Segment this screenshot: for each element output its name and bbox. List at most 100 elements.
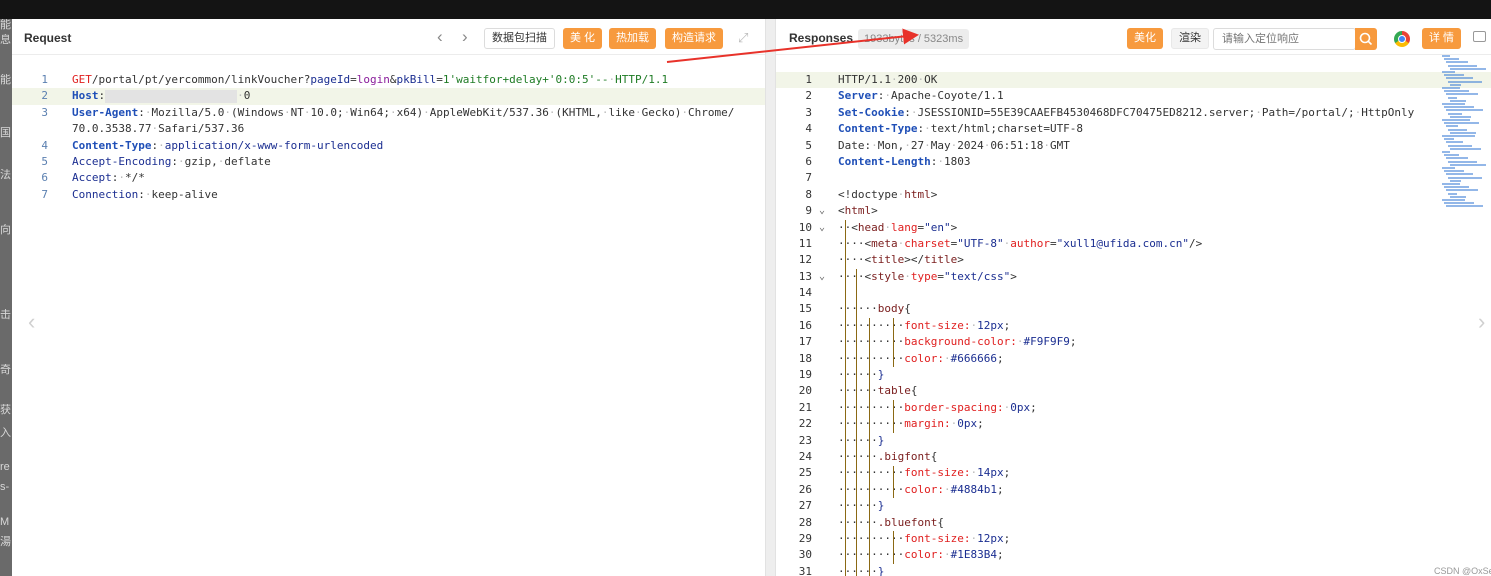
- line-number: 17: [798, 335, 812, 349]
- line-number: 28: [798, 515, 812, 529]
- code-token: ;: [996, 482, 1004, 496]
- code-token: ;: [996, 351, 1004, 365]
- response-minimap[interactable]: [1440, 55, 1488, 210]
- code-token: ></: [904, 253, 925, 267]
- code-token: />: [1189, 236, 1203, 250]
- sidebar-glyph: 获: [0, 404, 11, 416]
- code-token: =: [937, 269, 944, 283]
- code-token: Accept-Encoding: [72, 154, 172, 168]
- sidebar-glyph: 击: [0, 309, 11, 321]
- sidebar-glyph: 奇: [0, 364, 11, 376]
- minimap-stroke: [1444, 202, 1474, 205]
- code-token: head: [857, 220, 885, 234]
- code-token: HTTP/1.1: [838, 73, 891, 86]
- line-number: 1: [41, 73, 48, 86]
- minimap-stroke: [1448, 96, 1457, 99]
- code-token: background-color:: [904, 335, 1017, 349]
- left-page-arrow-icon[interactable]: ‹: [28, 309, 35, 335]
- render-button[interactable]: 渲染: [1171, 28, 1209, 49]
- code-line: 5 Accept-Encoding:·gzip,·deflate: [12, 154, 765, 170]
- line-number: 12: [798, 253, 812, 267]
- code-token: title: [871, 253, 905, 267]
- code-token: gzip,: [184, 154, 218, 168]
- watermark: CSDN @OxSe: [1434, 566, 1491, 576]
- code-token: =: [1049, 236, 1057, 250]
- code-token: 1'waitfor+delay+'0:0:5'--: [442, 73, 609, 86]
- fold-chevron-icon[interactable]: ⌄: [819, 269, 825, 285]
- fold-chevron-icon[interactable]: ⌄: [819, 220, 825, 236]
- minimap-stroke: [1446, 125, 1458, 128]
- code-token: ······: [838, 302, 878, 316]
- code-text: <html>: [838, 203, 878, 219]
- right-page-arrow-icon[interactable]: ›: [1478, 309, 1485, 335]
- code-line: 1 GET/portal/pt/yercommon/linkVoucher?pag…: [12, 72, 765, 88]
- code-token: "xull1@ufida.com.cn": [1056, 236, 1190, 250]
- code-token: 70.0.3538.77: [72, 122, 152, 136]
- line-number: 5: [805, 138, 812, 152]
- detail-button[interactable]: 详 情: [1422, 28, 1462, 49]
- request-editor[interactable]: 1 GET/portal/pt/yercommon/linkVoucher?pag…: [12, 72, 765, 203]
- line-number: 2: [41, 89, 48, 103]
- minimap-stroke: [1442, 119, 1470, 121]
- code-text: ····<style·type="text/css">: [838, 269, 1017, 283]
- minimap-stroke: [1442, 151, 1450, 153]
- code-token: meta: [871, 236, 898, 250]
- line-number: 6: [805, 154, 812, 168]
- minimap-stroke: [1448, 160, 1477, 163]
- chrome-icon[interactable]: [1394, 31, 1410, 47]
- indent-guide: [893, 531, 894, 564]
- response-editor[interactable]: 1 HTTP/1.1·200·OK 2 Server:·Apache-Coyote/1…: [776, 72, 1491, 576]
- minimap-stroke: [1448, 128, 1467, 131]
- code-token: ;: [977, 417, 984, 431]
- code-token: #F9F9F9: [1023, 335, 1070, 349]
- comment-icon[interactable]: [1473, 31, 1486, 42]
- code-line: 1 HTTP/1.1·200·OK: [776, 72, 1491, 89]
- code-token: NT: [290, 105, 304, 119]
- code-token: 2024: [957, 138, 984, 152]
- request-title: Request: [24, 31, 72, 45]
- code-token: deflate: [224, 154, 271, 168]
- code-line: 29 ··········font-size:·12px;: [776, 531, 1491, 547]
- minimap-stroke: [1444, 138, 1454, 141]
- code-token: application/x-www-form-urlencoded: [164, 138, 384, 152]
- code-token: ······: [838, 368, 878, 382]
- code-line: 3 User-Agent:·Mozilla/5.0·(Windows·NT·10.…: [12, 105, 765, 121]
- code-token: Server: [838, 89, 878, 103]
- code-token: >: [930, 187, 938, 201]
- fold-chevron-icon[interactable]: ⌄: [819, 203, 825, 219]
- code-token: ······: [838, 564, 878, 576]
- build-request-button[interactable]: 构造请求: [665, 28, 723, 49]
- code-token: pageId: [310, 73, 351, 86]
- code-token: (Windows: [230, 105, 284, 119]
- search-button[interactable]: [1355, 28, 1377, 50]
- line-number: 24: [798, 449, 812, 463]
- code-text: ······table{: [838, 383, 918, 399]
- code-token: OK: [924, 73, 938, 86]
- next-arrow-icon[interactable]: ›: [462, 27, 468, 47]
- code-token: }: [877, 368, 885, 382]
- minimap-stroke: [1448, 144, 1472, 147]
- line-number: 9: [805, 204, 812, 218]
- minimap-stroke: [1450, 131, 1476, 134]
- response-search-input[interactable]: [1213, 28, 1356, 50]
- code-token: <!doctype: [838, 187, 898, 201]
- response-beautify-button[interactable]: 美化: [1127, 28, 1163, 49]
- minimap-stroke: [1446, 141, 1463, 144]
- minimap-stroke: [1450, 179, 1461, 182]
- code-token: Win64;: [350, 105, 390, 119]
- prev-arrow-icon[interactable]: ‹: [437, 27, 443, 47]
- code-token: ;: [1003, 531, 1011, 545]
- panel-splitter[interactable]: [765, 19, 776, 576]
- code-line: 13 ⌄ ····<style·type="text/css">: [776, 269, 1491, 285]
- code-line: 21 ··········border-spacing:·0px;: [776, 400, 1491, 416]
- hotload-button[interactable]: 热加载: [609, 28, 656, 49]
- line-number: 15: [798, 302, 812, 316]
- code-text: Content-Length:·1803: [838, 154, 971, 168]
- code-token: {: [930, 449, 938, 463]
- minimap-stroke: [1450, 83, 1461, 86]
- packet-scan-button[interactable]: 数据包扫描: [484, 28, 555, 49]
- code-token: /portal/pt/yercommon/linkVoucher?: [91, 73, 311, 86]
- expand-icon[interactable]: ⤢: [738, 30, 748, 46]
- minimap-stroke: [1444, 58, 1459, 61]
- request-beautify-button[interactable]: 美 化: [563, 28, 603, 49]
